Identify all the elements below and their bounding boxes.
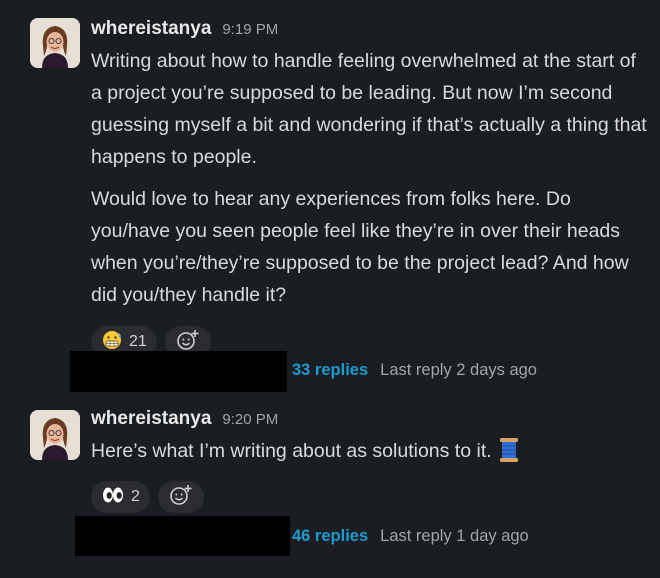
- message-text: Would love to hear any experiences from …: [91, 188, 629, 306]
- message-1: whereistanya 9:19 PM Writing about how t…: [0, 0, 660, 400]
- message-header: whereistanya 9:19 PM: [91, 18, 650, 44]
- replies-link[interactable]: 46 replies: [292, 527, 368, 546]
- thread-summary[interactable]: 33 replies Last reply 2 days ago: [292, 350, 537, 390]
- redacted-avatars: [75, 516, 290, 556]
- reaction-count: 2: [131, 488, 140, 505]
- last-reply-text: Last reply 2 days ago: [380, 360, 537, 379]
- eyes-emoji-icon: [101, 486, 125, 509]
- add-reaction-icon: [169, 484, 193, 511]
- thread-summary[interactable]: 46 replies Last reply 1 day ago: [292, 516, 529, 556]
- avatar[interactable]: [30, 18, 80, 68]
- add-reaction-button[interactable]: [157, 481, 204, 513]
- reaction-pill[interactable]: 2: [91, 481, 150, 513]
- username[interactable]: whereistanya: [91, 408, 211, 430]
- thread-spool-emoji-icon: [498, 437, 520, 473]
- message-text: Writing about how to handle feeling over…: [91, 50, 647, 168]
- timestamp[interactable]: 9:19 PM: [222, 21, 278, 38]
- timestamp[interactable]: 9:20 PM: [222, 411, 278, 428]
- avatar[interactable]: [30, 410, 80, 460]
- replies-link[interactable]: 33 replies: [292, 361, 368, 380]
- reactions-bar: 2: [91, 481, 650, 513]
- last-reply-text: Last reply 1 day ago: [380, 526, 529, 545]
- reaction-count: 21: [129, 333, 147, 350]
- redacted-avatars: [70, 351, 287, 392]
- message-text-content: Here’s what I’m writing about as solutio…: [91, 440, 492, 462]
- message-header: whereistanya 9:20 PM: [91, 408, 650, 434]
- message-2: whereistanya 9:20 PM Here’s what I’m wri…: [0, 400, 660, 578]
- message-text: Here’s what I’m writing about as solutio…: [91, 435, 650, 473]
- username[interactable]: whereistanya: [91, 18, 211, 40]
